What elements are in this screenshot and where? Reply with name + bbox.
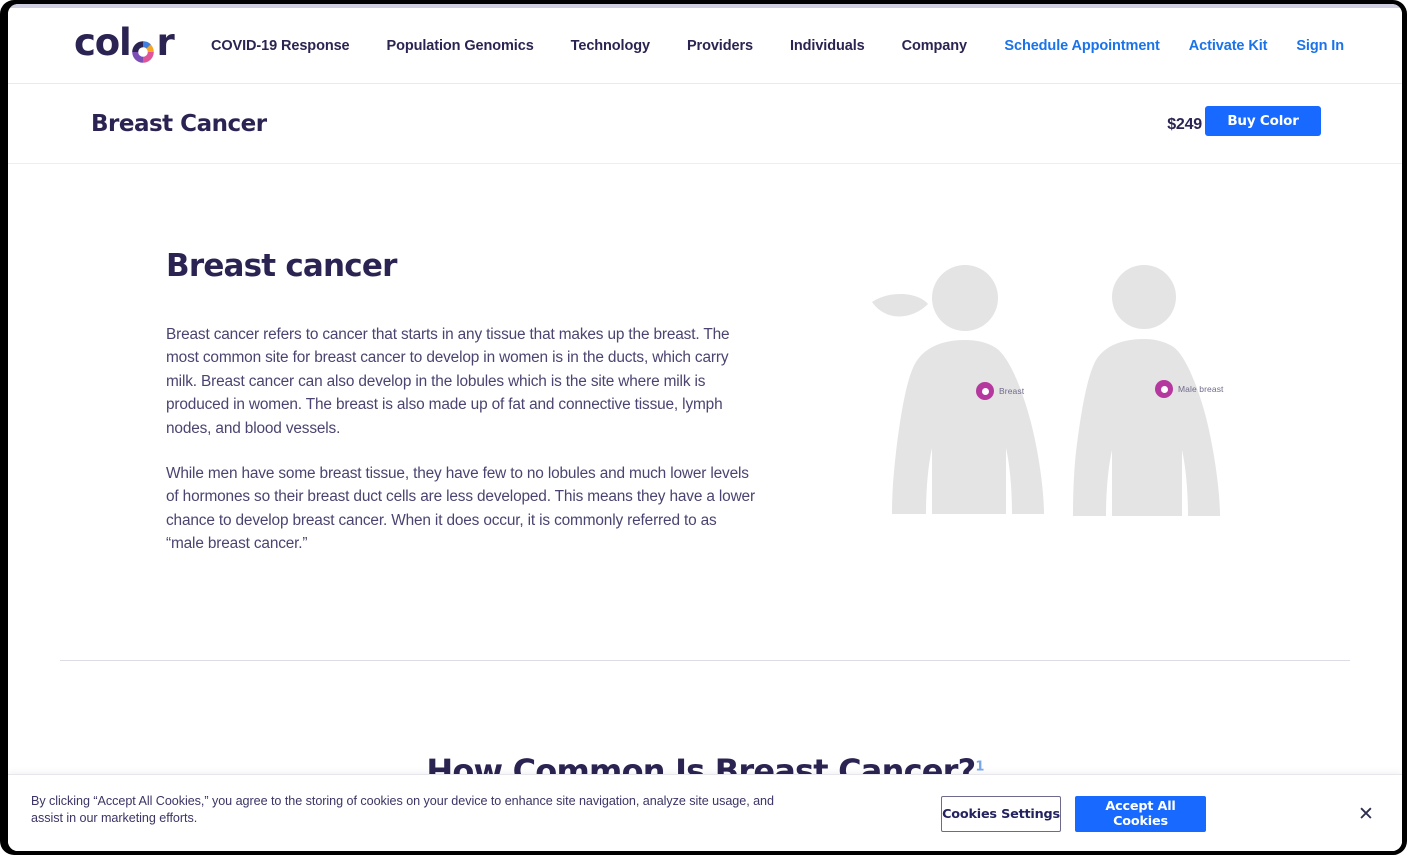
male-breast-marker-label: Male breast xyxy=(1178,384,1224,394)
nav-item-individuals[interactable]: Individuals xyxy=(790,32,865,60)
breast-marker-icon xyxy=(976,382,994,400)
cookie-banner-text: By clicking “Accept All Cookies,” you ag… xyxy=(31,794,774,825)
accept-all-cookies-button[interactable]: Accept All Cookies xyxy=(1075,796,1206,832)
primary-nav: COVID-19 Response Population Genomics Te… xyxy=(211,8,1004,84)
breast-marker-label: Breast xyxy=(999,386,1025,396)
nav-item-covid-19-response[interactable]: COVID-19 Response xyxy=(211,32,350,60)
page-title: Breast Cancer xyxy=(91,111,267,137)
schedule-appointment-link[interactable]: Schedule Appointment xyxy=(1004,38,1159,54)
breast-anatomy-illustration: Breast Male breast xyxy=(856,252,1256,522)
main-content: Breast cancer Breast cancer refers to ca… xyxy=(8,164,1402,851)
article-heading: Breast cancer xyxy=(166,248,397,284)
nav-item-providers[interactable]: Providers xyxy=(687,32,753,60)
article-paragraph-2: While men have some breast tissue, they … xyxy=(166,465,755,553)
page-viewport: col r COVID-19 Response Population Genom… xyxy=(8,4,1402,851)
activate-kit-link[interactable]: Activate Kit xyxy=(1189,38,1268,54)
close-icon[interactable]: ✕ xyxy=(1353,801,1379,827)
site-header: col r COVID-19 Response Population Genom… xyxy=(8,8,1402,84)
cookie-consent-banner: By clicking “Accept All Cookies,” you ag… xyxy=(8,774,1402,851)
male-breast-marker-icon xyxy=(1155,380,1173,398)
sign-in-link[interactable]: Sign In xyxy=(1296,38,1344,54)
color-logo[interactable]: col r xyxy=(74,21,175,68)
logo-wordmark: col r xyxy=(74,21,175,64)
cookies-settings-button[interactable]: Cookies Settings xyxy=(941,796,1061,832)
nav-item-company[interactable]: Company xyxy=(902,32,967,60)
article-block: Breast cancer Breast cancer refers to ca… xyxy=(166,248,766,578)
browser-window-frame: col r COVID-19 Response Population Genom… xyxy=(0,0,1407,855)
logo-text-before: col xyxy=(74,21,132,64)
logo-text-after: r xyxy=(156,21,174,64)
header-actions: Schedule Appointment Activate Kit Sign I… xyxy=(975,8,1344,84)
nav-item-population-genomics[interactable]: Population Genomics xyxy=(387,32,534,60)
article-paragraph-1: Breast cancer refers to cancer that star… xyxy=(166,326,730,437)
nav-item-technology[interactable]: Technology xyxy=(571,32,650,60)
color-donut-logo-icon xyxy=(131,33,155,63)
footnote-marker[interactable]: 1 xyxy=(975,759,984,774)
product-subheader: Breast Cancer $249 Buy Color xyxy=(8,85,1402,164)
section-divider xyxy=(60,660,1350,661)
price-label: $249 xyxy=(1167,116,1202,133)
buy-color-button[interactable]: Buy Color xyxy=(1205,106,1321,136)
